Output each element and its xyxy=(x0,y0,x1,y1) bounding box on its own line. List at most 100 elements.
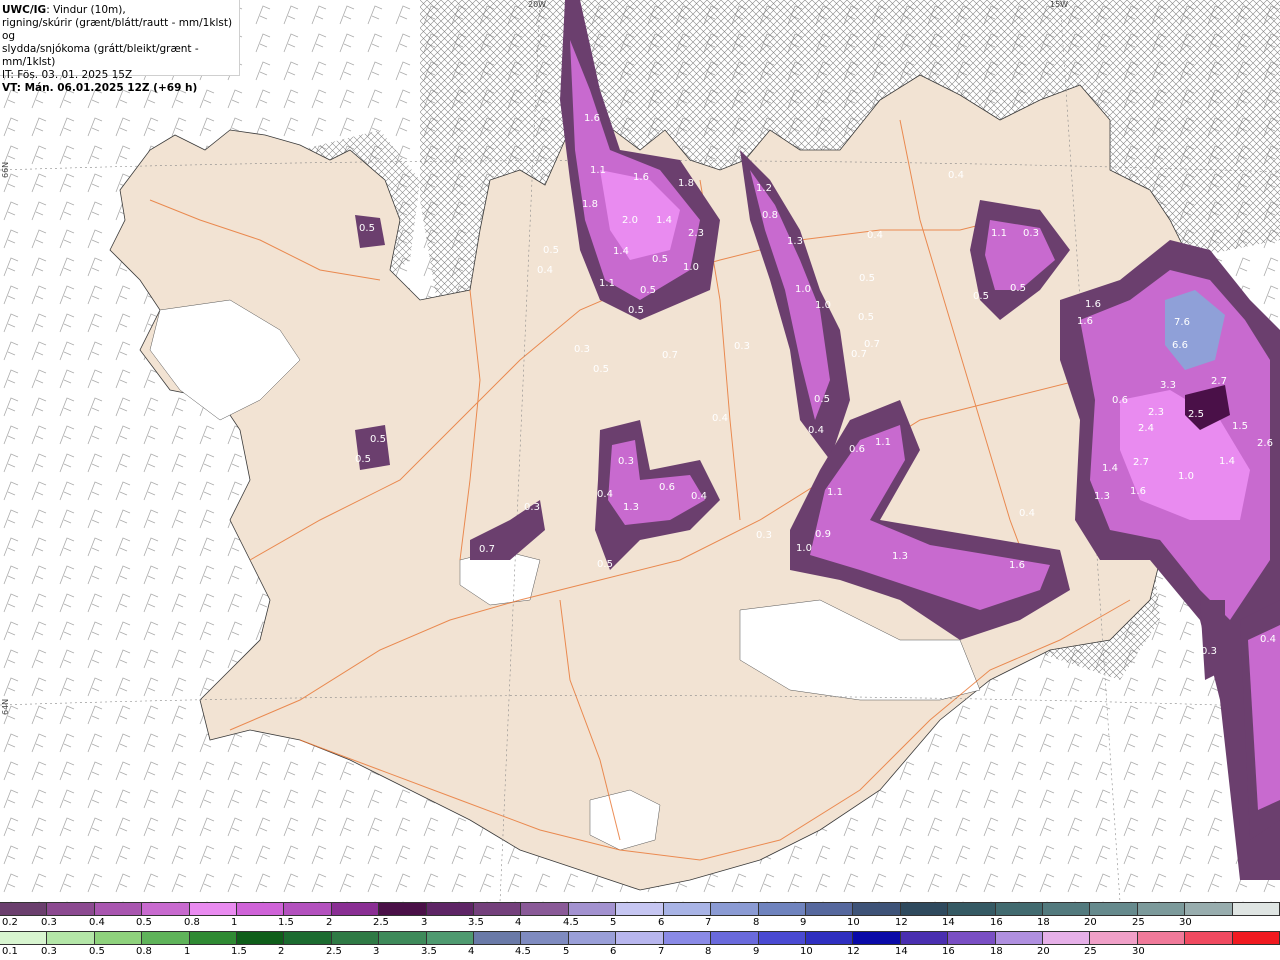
precip-label: 0.3 xyxy=(574,344,590,355)
precip-label: 0.4 xyxy=(808,425,824,436)
scale-label: 1.5 xyxy=(278,917,294,928)
scale-swatch xyxy=(568,932,617,944)
scale-swatch xyxy=(0,932,48,944)
scale-label: 7 xyxy=(705,917,712,928)
snow-color-scale xyxy=(0,902,1280,916)
scale-swatch xyxy=(1090,903,1138,915)
legend-rain: rigning/skúrir (grænt/blátt/rautt - mm/1… xyxy=(2,17,233,42)
scale-swatch xyxy=(568,903,617,915)
scale-swatch xyxy=(948,903,996,915)
precip-label: 0.3 xyxy=(734,341,750,352)
precip-label: 0.9 xyxy=(815,529,831,540)
scale-swatch xyxy=(426,932,475,944)
precip-label: 1.4 xyxy=(656,215,672,226)
precip-label: 0.5 xyxy=(597,559,613,570)
scale-swatch xyxy=(900,903,949,915)
precip-label: 1.3 xyxy=(1094,491,1110,502)
precip-label: 0.5 xyxy=(355,454,371,465)
precip-label: 1.0 xyxy=(795,284,811,295)
scale-swatch xyxy=(948,932,996,944)
precip-label: 0.5 xyxy=(814,394,830,405)
scale-label: 9 xyxy=(800,917,807,928)
precip-label: 7.6 xyxy=(1174,317,1190,328)
scale-label: 14 xyxy=(895,946,908,957)
scale-label: 0.2 xyxy=(2,917,18,928)
precip-label: 0.7 xyxy=(851,349,867,360)
legend-model: UWC/IG xyxy=(2,4,47,16)
precip-label: 1.0 xyxy=(683,262,699,273)
scale-swatch xyxy=(805,903,854,915)
forecast-map: 0.51.11.61.81.82.0 1.42.31.40.51.01.10.50… xyxy=(0,0,1280,902)
precip-label: 1.1 xyxy=(599,278,615,289)
precip-label: 0.5 xyxy=(593,364,609,375)
precip-label: 0.5 xyxy=(973,291,989,302)
scale-label: 4 xyxy=(468,946,475,957)
scale-label: 8 xyxy=(753,917,760,928)
scale-swatch xyxy=(1090,932,1138,944)
scale-label: 30 xyxy=(1132,946,1145,957)
precip-label: 0.5 xyxy=(859,273,875,284)
precip-label: 1.1 xyxy=(875,437,891,448)
precip-label: 1.5 xyxy=(1232,421,1248,432)
precip-label: 2.0 xyxy=(622,215,638,226)
scale-swatch xyxy=(284,932,332,944)
precip-label: 0.4 xyxy=(948,170,964,181)
precip-label: 1.6 xyxy=(1085,299,1101,310)
precip-label: 2.5 xyxy=(1188,409,1204,420)
scale-swatch xyxy=(1042,932,1091,944)
precip-label: 1.4 xyxy=(1219,456,1235,467)
scale-label: 0.8 xyxy=(136,946,152,957)
legend-init-time: IT: Fös. 03. 01. 2025 15Z xyxy=(2,69,133,81)
precip-label: 1.0 xyxy=(815,300,831,311)
scale-label: 4 xyxy=(515,917,522,928)
precip-label: 3.3 xyxy=(1160,380,1176,391)
precip-label: 1.6 xyxy=(1130,486,1146,497)
scale-swatch xyxy=(1185,903,1233,915)
scale-swatch xyxy=(331,932,380,944)
precip-label: 0.3 xyxy=(1023,228,1039,239)
scale-swatch xyxy=(521,903,569,915)
scale-swatch xyxy=(94,903,143,915)
scale-label: 18 xyxy=(1037,917,1050,928)
scale-label: 18 xyxy=(990,946,1003,957)
scale-label: 1 xyxy=(231,917,238,928)
scale-swatch xyxy=(426,903,475,915)
precip-label: 6.6 xyxy=(1172,340,1188,351)
precip-label: 0.5 xyxy=(1010,283,1026,294)
precip-label: 0.3 xyxy=(524,502,540,513)
scale-swatch xyxy=(995,903,1043,915)
scale-label: 0.3 xyxy=(41,946,57,957)
precip-label: 0.4 xyxy=(691,491,707,502)
lat-label-66n-left: 66N xyxy=(1,161,10,178)
scale-swatch xyxy=(379,932,427,944)
precip-label: 0.5 xyxy=(370,434,386,445)
scale-label: 20 xyxy=(1084,917,1097,928)
precip-label: 1.6 xyxy=(633,172,649,183)
scale-swatch xyxy=(711,903,759,915)
precip-label: 0.4 xyxy=(867,230,883,241)
lon-label-20w: 20W xyxy=(528,0,547,9)
legend-valid-time: VT: Mán. 06.01.2025 12Z (+69 h) xyxy=(2,82,198,94)
scale-swatch xyxy=(521,932,569,944)
scale-label: 3 xyxy=(421,917,428,928)
scale-label: 30 xyxy=(1179,917,1192,928)
scale-swatch xyxy=(853,903,901,915)
precip-label: 0.5 xyxy=(628,305,644,316)
scale-label: 7 xyxy=(658,946,665,957)
scale-label: 1 xyxy=(184,946,191,957)
scale-label: 2 xyxy=(278,946,285,957)
scale-swatch xyxy=(1042,903,1091,915)
scale-swatch xyxy=(142,932,190,944)
scale-swatch xyxy=(237,903,285,915)
precip-label: 2.3 xyxy=(688,228,704,239)
precip-label: 1.4 xyxy=(613,246,629,257)
scale-swatch xyxy=(0,903,48,915)
scale-swatch xyxy=(1232,932,1280,944)
precip-label: 0.4 xyxy=(597,489,613,500)
snow-scale-labels: 0.2 0.3 0.4 0.5 0.8 1 1.5 2 2.5 3 3.5 4 4.5 5 6 7 8 9 10 12… xyxy=(0,916,1280,931)
precip-label: 2.7 xyxy=(1211,376,1227,387)
scale-label: 0.5 xyxy=(136,917,152,928)
precip-label: 1.8 xyxy=(582,199,598,210)
precip-label: 1.1 xyxy=(590,165,606,176)
precip-label: 0.6 xyxy=(1112,395,1128,406)
